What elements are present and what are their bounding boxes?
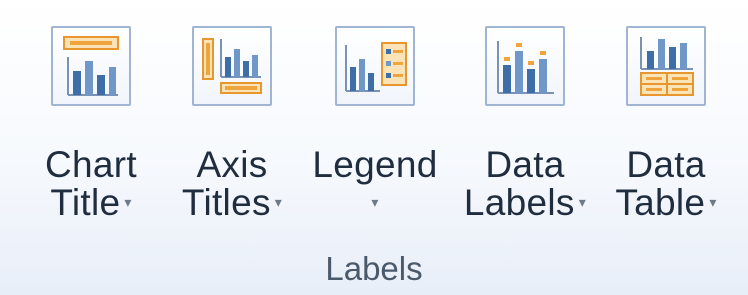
chart-title-icon: [51, 26, 131, 106]
labels-ribbon-group: Chart Title ▾ Axis Titles ▾ Legend ▾ Dat…: [0, 0, 748, 295]
chart-title-button[interactable]: Chart Title ▾: [32, 26, 150, 246]
chart-title-label: Chart Title ▾: [45, 144, 137, 223]
data-labels-icon: [485, 26, 565, 106]
data-table-icon: [626, 26, 706, 106]
chevron-down-icon[interactable]: ▾: [709, 183, 716, 221]
group-label: Labels: [325, 250, 423, 287]
chevron-down-icon[interactable]: ▾: [579, 183, 586, 221]
legend-button[interactable]: Legend ▾: [311, 26, 439, 246]
axis-titles-label: Axis Titles ▾: [181, 144, 283, 223]
chevron-down-icon[interactable]: ▾: [275, 183, 282, 221]
axis-titles-button[interactable]: Axis Titles ▾: [173, 26, 291, 246]
legend-label: Legend ▾: [312, 146, 437, 224]
data-labels-label: Data Labels ▾: [463, 144, 587, 223]
data-labels-button[interactable]: Data Labels ▾: [460, 26, 590, 246]
data-table-label: Data Table ▾: [615, 144, 717, 223]
chevron-down-icon[interactable]: ▾: [371, 183, 378, 221]
data-table-button[interactable]: Data Table ▾: [601, 26, 731, 246]
chevron-down-icon[interactable]: ▾: [124, 183, 131, 221]
axis-titles-icon: [192, 26, 272, 106]
legend-icon: [335, 26, 415, 106]
